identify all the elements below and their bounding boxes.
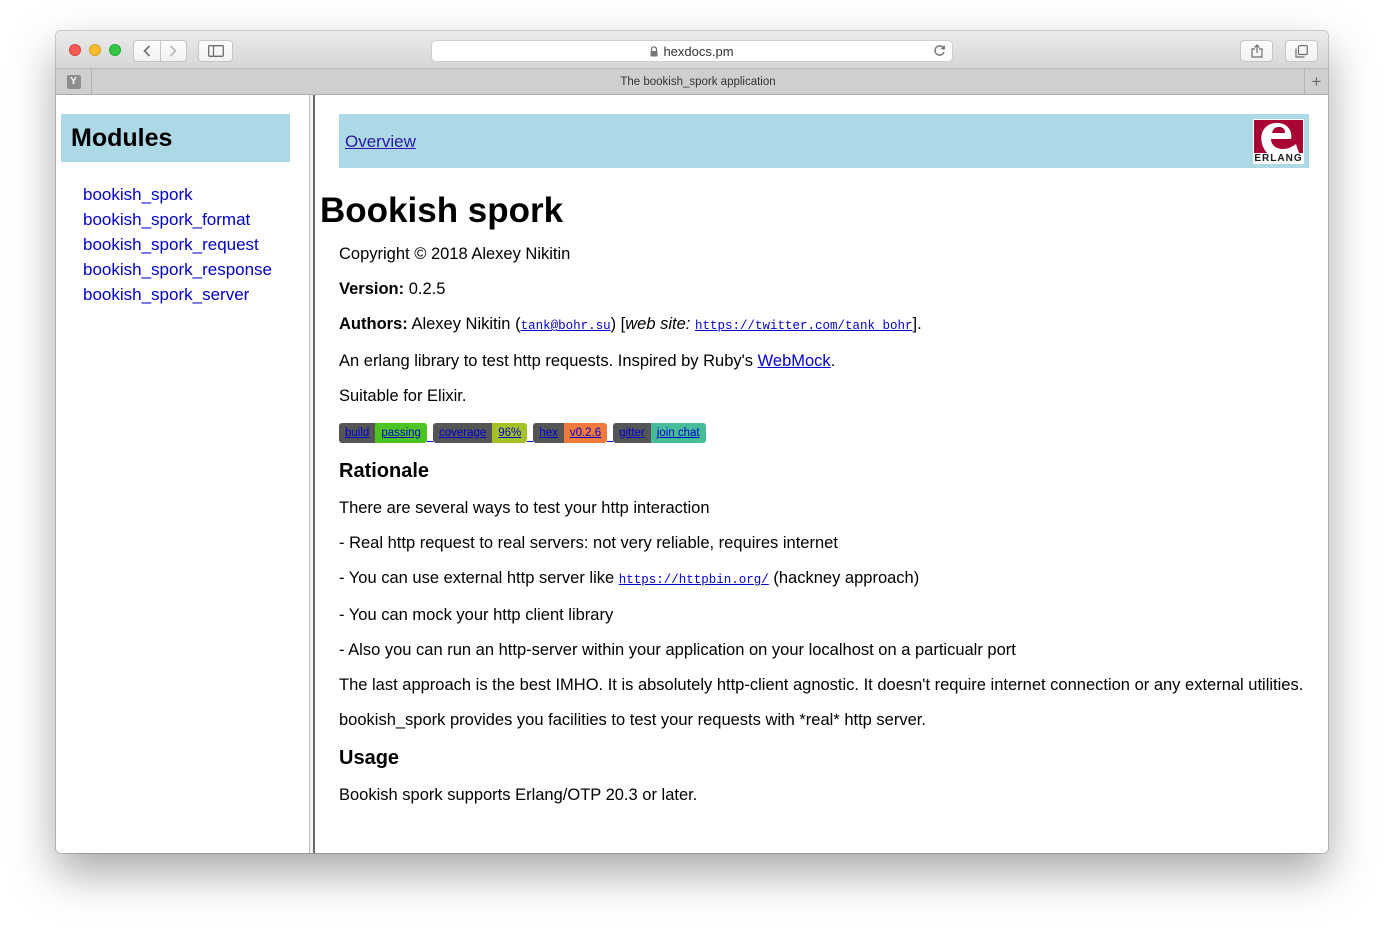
rationale-heading: Rationale <box>339 460 430 482</box>
badge-value: join chat <box>650 423 706 443</box>
minimize-window-button[interactable] <box>89 44 101 56</box>
website-label: web site: <box>625 315 691 333</box>
provides-text: bookish_spork provides you facilities to… <box>339 711 926 729</box>
erlang-logo-text: ERLANG <box>1254 153 1303 164</box>
rationale-point-real: - Real http request to real servers: not… <box>339 534 838 552</box>
badge-value: passing <box>375 423 427 443</box>
author-website-link[interactable]: https://twitter.com/tank_bohr <box>695 319 913 333</box>
description-end: . <box>830 352 836 370</box>
reload-icon <box>934 45 945 56</box>
module-list-item: bookish_spork_server <box>83 282 272 307</box>
history-nav-group <box>133 40 187 62</box>
usage-heading: Usage <box>339 747 400 769</box>
version-label: Version: <box>339 280 405 298</box>
module-list: bookish_spork bookish_spork_format booki… <box>83 182 272 307</box>
modules-heading: Modules <box>61 114 290 162</box>
chevron-right-icon <box>170 45 177 57</box>
address-bar[interactable]: hexdocs.pm <box>431 40 953 62</box>
webmock-link[interactable]: WebMock <box>758 352 831 370</box>
httpbin-link[interactable]: https://httpbin.org/ <box>619 573 769 587</box>
last-approach-text: The last approach is the best IMHO. It i… <box>339 676 1304 694</box>
reload-button[interactable] <box>933 44 946 57</box>
sidebar-icon <box>207 45 224 57</box>
overview-link[interactable]: Overview <box>345 132 416 152</box>
authors-label: Authors: <box>339 315 408 333</box>
rationale-point-external: - You can use external http server like … <box>339 569 1304 590</box>
show-all-tabs-button[interactable] <box>1285 40 1318 62</box>
module-link-bookish-spork-response[interactable]: bookish_spork_response <box>83 260 272 279</box>
authors-line: Authors: Alexey Nikitin (tank@bohr.su) [… <box>339 315 922 333</box>
badge-value: 96% <box>492 423 528 443</box>
forward-button[interactable] <box>159 41 187 61</box>
badge-label: build <box>339 423 376 443</box>
version-line: Version: 0.2.5 <box>339 280 1304 299</box>
overview-nav-bar: Overview ERLANG <box>339 114 1309 168</box>
badge-label: coverage <box>432 423 493 443</box>
module-link-bookish-spork-format[interactable]: bookish_spork_format <box>83 210 250 229</box>
erlang-logo[interactable]: ERLANG <box>1253 119 1304 164</box>
build-badge[interactable]: build passing <box>339 423 427 443</box>
module-link-bookish-spork-server[interactable]: bookish_spork_server <box>83 285 249 304</box>
site-favicon: Y <box>66 74 81 89</box>
modules-frame: Modules bookish_spork bookish_spork_form… <box>56 95 309 853</box>
library-description: An erlang library to test http requests.… <box>339 352 1304 371</box>
rationale-point-mock: - You can mock your http client library <box>339 606 614 624</box>
maximize-window-button[interactable] <box>109 44 121 56</box>
pinned-tab[interactable]: Y <box>56 69 92 94</box>
rationale-point-local: - Also you can run an http-server within… <box>339 641 1016 659</box>
active-tab-title[interactable]: The bookish_spork application <box>92 69 1304 94</box>
title-bar: hexdocs.pm <box>56 31 1328 69</box>
tabs-overview-icon <box>1295 44 1308 58</box>
badge-label: hex <box>533 423 564 443</box>
address-url: hexdocs.pm <box>663 43 734 59</box>
module-list-item: bookish_spork_format <box>83 207 272 232</box>
show-sidebar-button[interactable] <box>198 40 233 62</box>
overview-description: Copyright © 2018 Alexey Nikitin Version:… <box>339 245 1304 821</box>
chevron-left-icon <box>143 45 150 57</box>
tab-bar: Y The bookish_spork application + <box>56 69 1328 95</box>
module-list-item: bookish_spork_response <box>83 257 272 282</box>
external-text: - You can use external http server like <box>339 569 615 587</box>
module-list-item: bookish_spork_request <box>83 232 272 257</box>
description-text: An erlang library to test http requests.… <box>339 352 754 370</box>
author-name: Alexey Nikitin <box>411 315 511 333</box>
badge-label: gitter <box>613 423 651 443</box>
badges-row: build passing coverage 96% hex v0.2.6 gitte… <box>339 422 1304 443</box>
lock-icon <box>650 45 658 57</box>
usage-text: Bookish spork supports Erlang/OTP 20.3 o… <box>339 786 698 804</box>
hex-badge[interactable]: hex v0.2.6 <box>533 423 608 443</box>
page-title: Bookish spork <box>320 191 564 230</box>
coverage-badge[interactable]: coverage 96% <box>432 423 528 443</box>
share-button[interactable] <box>1240 40 1273 62</box>
module-link-bookish-spork[interactable]: bookish_spork <box>83 185 193 204</box>
erlang-e-icon <box>1254 120 1303 153</box>
page-content: Modules bookish_spork bookish_spork_form… <box>56 95 1328 853</box>
module-link-bookish-spork-request[interactable]: bookish_spork_request <box>83 235 259 254</box>
browser-window: hexdocs.pm Y The bookish_spork applicati… <box>56 31 1328 853</box>
close-window-button[interactable] <box>69 44 81 56</box>
share-icon <box>1250 44 1263 58</box>
author-email-link[interactable]: tank@bohr.su <box>521 319 611 333</box>
overview-frame: Overview ERLANG Bookish spork Copyright … <box>315 95 1328 853</box>
rationale-intro: There are several ways to test your http… <box>339 499 710 517</box>
badge-value: v0.2.6 <box>563 423 608 443</box>
version-value: 0.2.5 <box>408 280 446 298</box>
new-tab-button[interactable]: + <box>1304 69 1328 94</box>
back-button[interactable] <box>134 41 160 61</box>
copyright-text: Copyright © 2018 Alexey Nikitin <box>339 245 571 263</box>
gitter-badge[interactable]: gitter join chat <box>613 423 706 443</box>
suitable-text: Suitable for Elixir. <box>339 387 467 405</box>
module-list-item: bookish_spork <box>83 182 272 207</box>
external-suffix: (hackney approach) <box>773 569 920 587</box>
